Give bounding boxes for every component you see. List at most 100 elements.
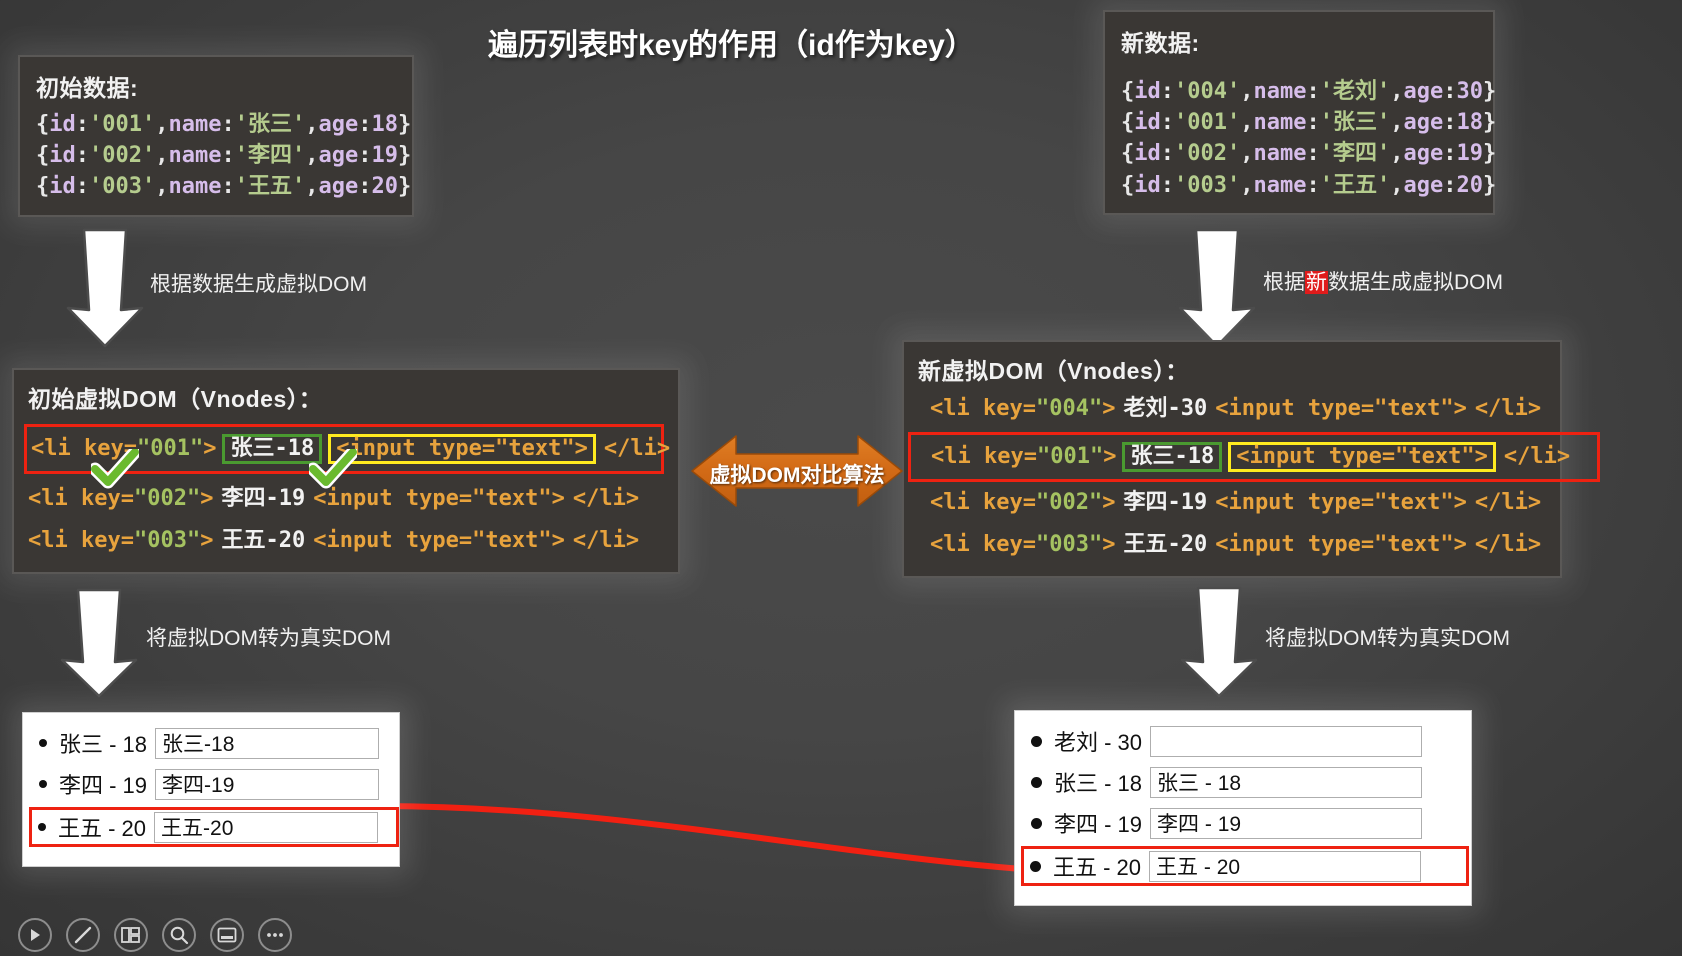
- initial-realdom-panel: 张三 - 18 李四 - 19 王五 - 20: [22, 712, 400, 867]
- vdom-gt: >: [200, 528, 214, 553]
- layout-icon[interactable]: [114, 918, 148, 952]
- data-name-value: 王五: [247, 174, 292, 200]
- list-item-input[interactable]: [155, 768, 380, 800]
- data-row: {id:'003',name:'王五',age:20}: [36, 174, 412, 200]
- list-item-input[interactable]: [1150, 807, 1423, 839]
- annotation-suffix: 数据生成虚拟DOM: [1328, 271, 1503, 294]
- arrow-data-to-vdom-right: [1178, 228, 1256, 348]
- data-id: 004: [1187, 79, 1227, 104]
- bullet-icon: [38, 823, 46, 831]
- bullet-icon: [1031, 776, 1042, 788]
- data-age: 18: [371, 112, 399, 137]
- list-item: 老刘 - 30: [1029, 723, 1461, 759]
- data-row: {id:'001',name:'张三',age:18}: [1121, 110, 1497, 136]
- vdom-input: <input type="text">: [313, 486, 565, 511]
- vdom-input: <input type="text">: [1215, 532, 1467, 557]
- vdom-key: "003": [1035, 532, 1103, 557]
- bullet-icon: [1031, 735, 1042, 747]
- bullet-icon: [39, 780, 47, 788]
- data-name-value: 老刘: [1332, 79, 1377, 104]
- play-icon[interactable]: [18, 918, 52, 952]
- list-item-input[interactable]: [1150, 766, 1423, 798]
- list-item: 李四 - 19: [1029, 805, 1461, 841]
- data-row: {id:'002',name:'李四',age:19}: [1121, 141, 1497, 167]
- list-item: 张三 - 18: [1029, 764, 1461, 800]
- vdom-close-tag: </li>: [1474, 490, 1542, 515]
- vdom-line: <li key= "003" > 王五-20 <input type="text">…: [28, 516, 664, 558]
- vdom-close-tag: </li>: [572, 528, 640, 553]
- vdom-text: 老刘-30: [1123, 396, 1208, 421]
- vdom-key: "004": [1035, 396, 1103, 421]
- vdom-line-highlight: <li key= "001" > 张三-18 <input type="text">…: [908, 432, 1600, 482]
- vdom-text: 李四-19: [221, 486, 306, 511]
- vdom-text: 王五-20: [1123, 532, 1208, 557]
- initial-vdom-panel: 初始虚拟DOM（Vnodes）： <li key= "001" > 张三-18 <i…: [12, 368, 680, 574]
- arrow-data-to-vdom-left: [66, 228, 144, 348]
- data-age: 19: [1456, 141, 1484, 167]
- data-row: {id:'003',name:'王五',age:20}: [1121, 172, 1497, 198]
- annotation-prefix: 根据: [1263, 271, 1305, 294]
- vdom-key: "002": [133, 486, 201, 511]
- arrow-vdom-to-realdom-left: [60, 588, 138, 698]
- vdom-open-tag: <li key=: [930, 396, 1036, 421]
- vdom-text: 李四-19: [1123, 490, 1208, 515]
- data-name-value: 王五: [1332, 172, 1377, 198]
- vdom-close-tag: </li>: [572, 486, 640, 511]
- data-id: 003: [1187, 172, 1227, 198]
- annotation-highlight: 新: [1305, 271, 1328, 294]
- vdom-gt: >: [1102, 532, 1116, 557]
- data-age: 20: [371, 174, 399, 200]
- data-age: 20: [1456, 172, 1484, 198]
- vdom-close-tag: </li>: [603, 436, 671, 461]
- vdom-open-tag: <li key=: [931, 444, 1037, 469]
- vdom-key: "002": [1035, 490, 1103, 515]
- diff-arrow-label: 虚拟DOM对比算法: [709, 464, 885, 487]
- list-item: 王五 - 20: [1021, 846, 1469, 886]
- bullet-icon: [39, 739, 47, 747]
- new-realdom-panel: 老刘 - 30 张三 - 18 李四 - 19 王五 - 20: [1014, 710, 1472, 906]
- new-data-panel: 新数据: {id:'004',name:'老刘',age:30} {id:'00…: [1103, 10, 1497, 215]
- vdom-gt: >: [1102, 490, 1116, 515]
- data-name-value: 张三: [1332, 110, 1377, 136]
- pen-icon[interactable]: [66, 918, 100, 952]
- list-item-label: 张三 - 18: [1054, 771, 1143, 796]
- vdom-line: <li key= "002" > 李四-19 <input type="text">…: [930, 482, 1546, 520]
- initial-data-rows: {id:'001',name:'张三',age:18} {id:'002',na…: [36, 109, 412, 203]
- vdom-open-tag: <li key=: [930, 490, 1036, 515]
- list-item-input[interactable]: [155, 727, 380, 759]
- data-id: 001: [1187, 110, 1227, 136]
- list-item-label: 王五 - 20: [58, 816, 147, 841]
- vdom-gt: >: [200, 486, 214, 511]
- more-icon[interactable]: [258, 918, 292, 952]
- bottom-toolbar: [18, 918, 292, 952]
- data-age: 19: [371, 143, 399, 169]
- vdom-key: "001": [1036, 444, 1104, 469]
- annotation-left-to-vdom: 根据数据生成虚拟DOM: [150, 273, 367, 296]
- vdom-line: <li key= "001" > 张三-18 <input type="text">…: [931, 436, 1593, 478]
- annotation-right-to-realdom: 将虚拟DOM转为真实DOM: [1265, 627, 1510, 650]
- vdom-open-tag: <li key=: [28, 528, 134, 553]
- vdom-close-tag: </li>: [1474, 532, 1542, 557]
- list-item: 李四 - 19: [37, 766, 389, 802]
- list-item-label: 李四 - 19: [59, 773, 148, 798]
- green-check-icon: [309, 449, 357, 489]
- data-name-value: 李四: [247, 143, 292, 169]
- list-item-label: 老刘 - 30: [1054, 730, 1143, 755]
- bullet-icon: [1030, 860, 1041, 872]
- vdom-key: "001": [136, 436, 204, 461]
- initial-vdom-heading: 初始虚拟DOM（Vnodes）：: [28, 386, 323, 412]
- data-row: {id:'002',name:'李四',age:19}: [36, 143, 412, 169]
- vdom-text: 王五-20: [221, 528, 306, 553]
- vdom-line-highlight: <li key= "001" > 张三-18 <input type="text">…: [24, 424, 670, 489]
- initial-data-panel: 初始数据: {id:'001',name:'张三',age:18} {id:'0…: [18, 55, 414, 217]
- data-row: {id:'001',name:'张三',age:18}: [36, 112, 412, 137]
- list-item-input[interactable]: [154, 811, 379, 843]
- list-item: 王五 - 20: [29, 807, 399, 847]
- green-check-icon: [91, 449, 139, 489]
- vdom-close-tag: </li>: [1474, 396, 1542, 421]
- list-item-label: 张三 - 18: [59, 732, 148, 757]
- list-item-input[interactable]: [1150, 725, 1423, 757]
- search-icon[interactable]: [162, 918, 196, 952]
- slide-icon[interactable]: [210, 918, 244, 952]
- list-item-input[interactable]: [1149, 850, 1422, 882]
